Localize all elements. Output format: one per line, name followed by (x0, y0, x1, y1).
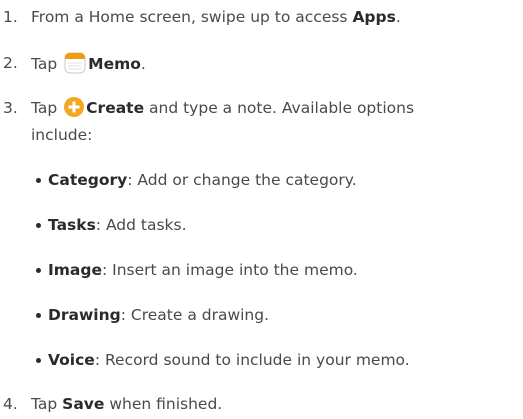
bullet-dot (36, 358, 41, 363)
option-image: Image: Insert an image into the memo. (36, 259, 358, 281)
option-desc: : Create a drawing. (120, 306, 270, 324)
option-label: Drawing (48, 306, 121, 324)
create-label: Create (86, 99, 145, 117)
option-label: Tasks (48, 216, 96, 234)
memo-label: Memo (88, 55, 141, 73)
option-voice: Voice: Record sound to include in your m… (36, 349, 410, 371)
option-desc: : Insert an image into the memo. (102, 261, 358, 279)
step-number: 3. (3, 99, 18, 117)
bullet-dot (36, 178, 41, 183)
step-text: Tap Save when finished. (31, 395, 223, 413)
save-label: Save (62, 395, 105, 413)
step-3-continuation: include: (31, 126, 93, 144)
step-text: From a Home screen, swipe up to access A… (31, 8, 401, 26)
option-drawing: Drawing: Create a drawing. (36, 304, 270, 326)
option-label: Voice (48, 351, 95, 369)
memo-app-icon (64, 52, 86, 74)
bullet-dot (36, 313, 41, 318)
step-number: 2. (3, 54, 18, 72)
apps-label: Apps (352, 8, 396, 26)
step-number: 4. (3, 395, 18, 413)
option-desc: : Record sound to include in your memo. (94, 351, 410, 369)
option-desc: : Add or change the category. (127, 171, 357, 189)
option-desc: : Add tasks. (95, 216, 187, 234)
create-plus-icon (64, 97, 85, 117)
bullet-dot (36, 223, 41, 228)
step-number: 1. (3, 8, 18, 26)
step-text: Tap Create and type a note. Available op… (31, 97, 415, 117)
option-category: Category: Add or change the category. (36, 169, 357, 191)
option-label: Category (48, 171, 128, 189)
step-text: Tap Memo. (31, 52, 146, 75)
option-tasks: Tasks: Add tasks. (36, 214, 187, 236)
option-label: Image (48, 261, 102, 279)
bullet-dot (36, 268, 41, 273)
